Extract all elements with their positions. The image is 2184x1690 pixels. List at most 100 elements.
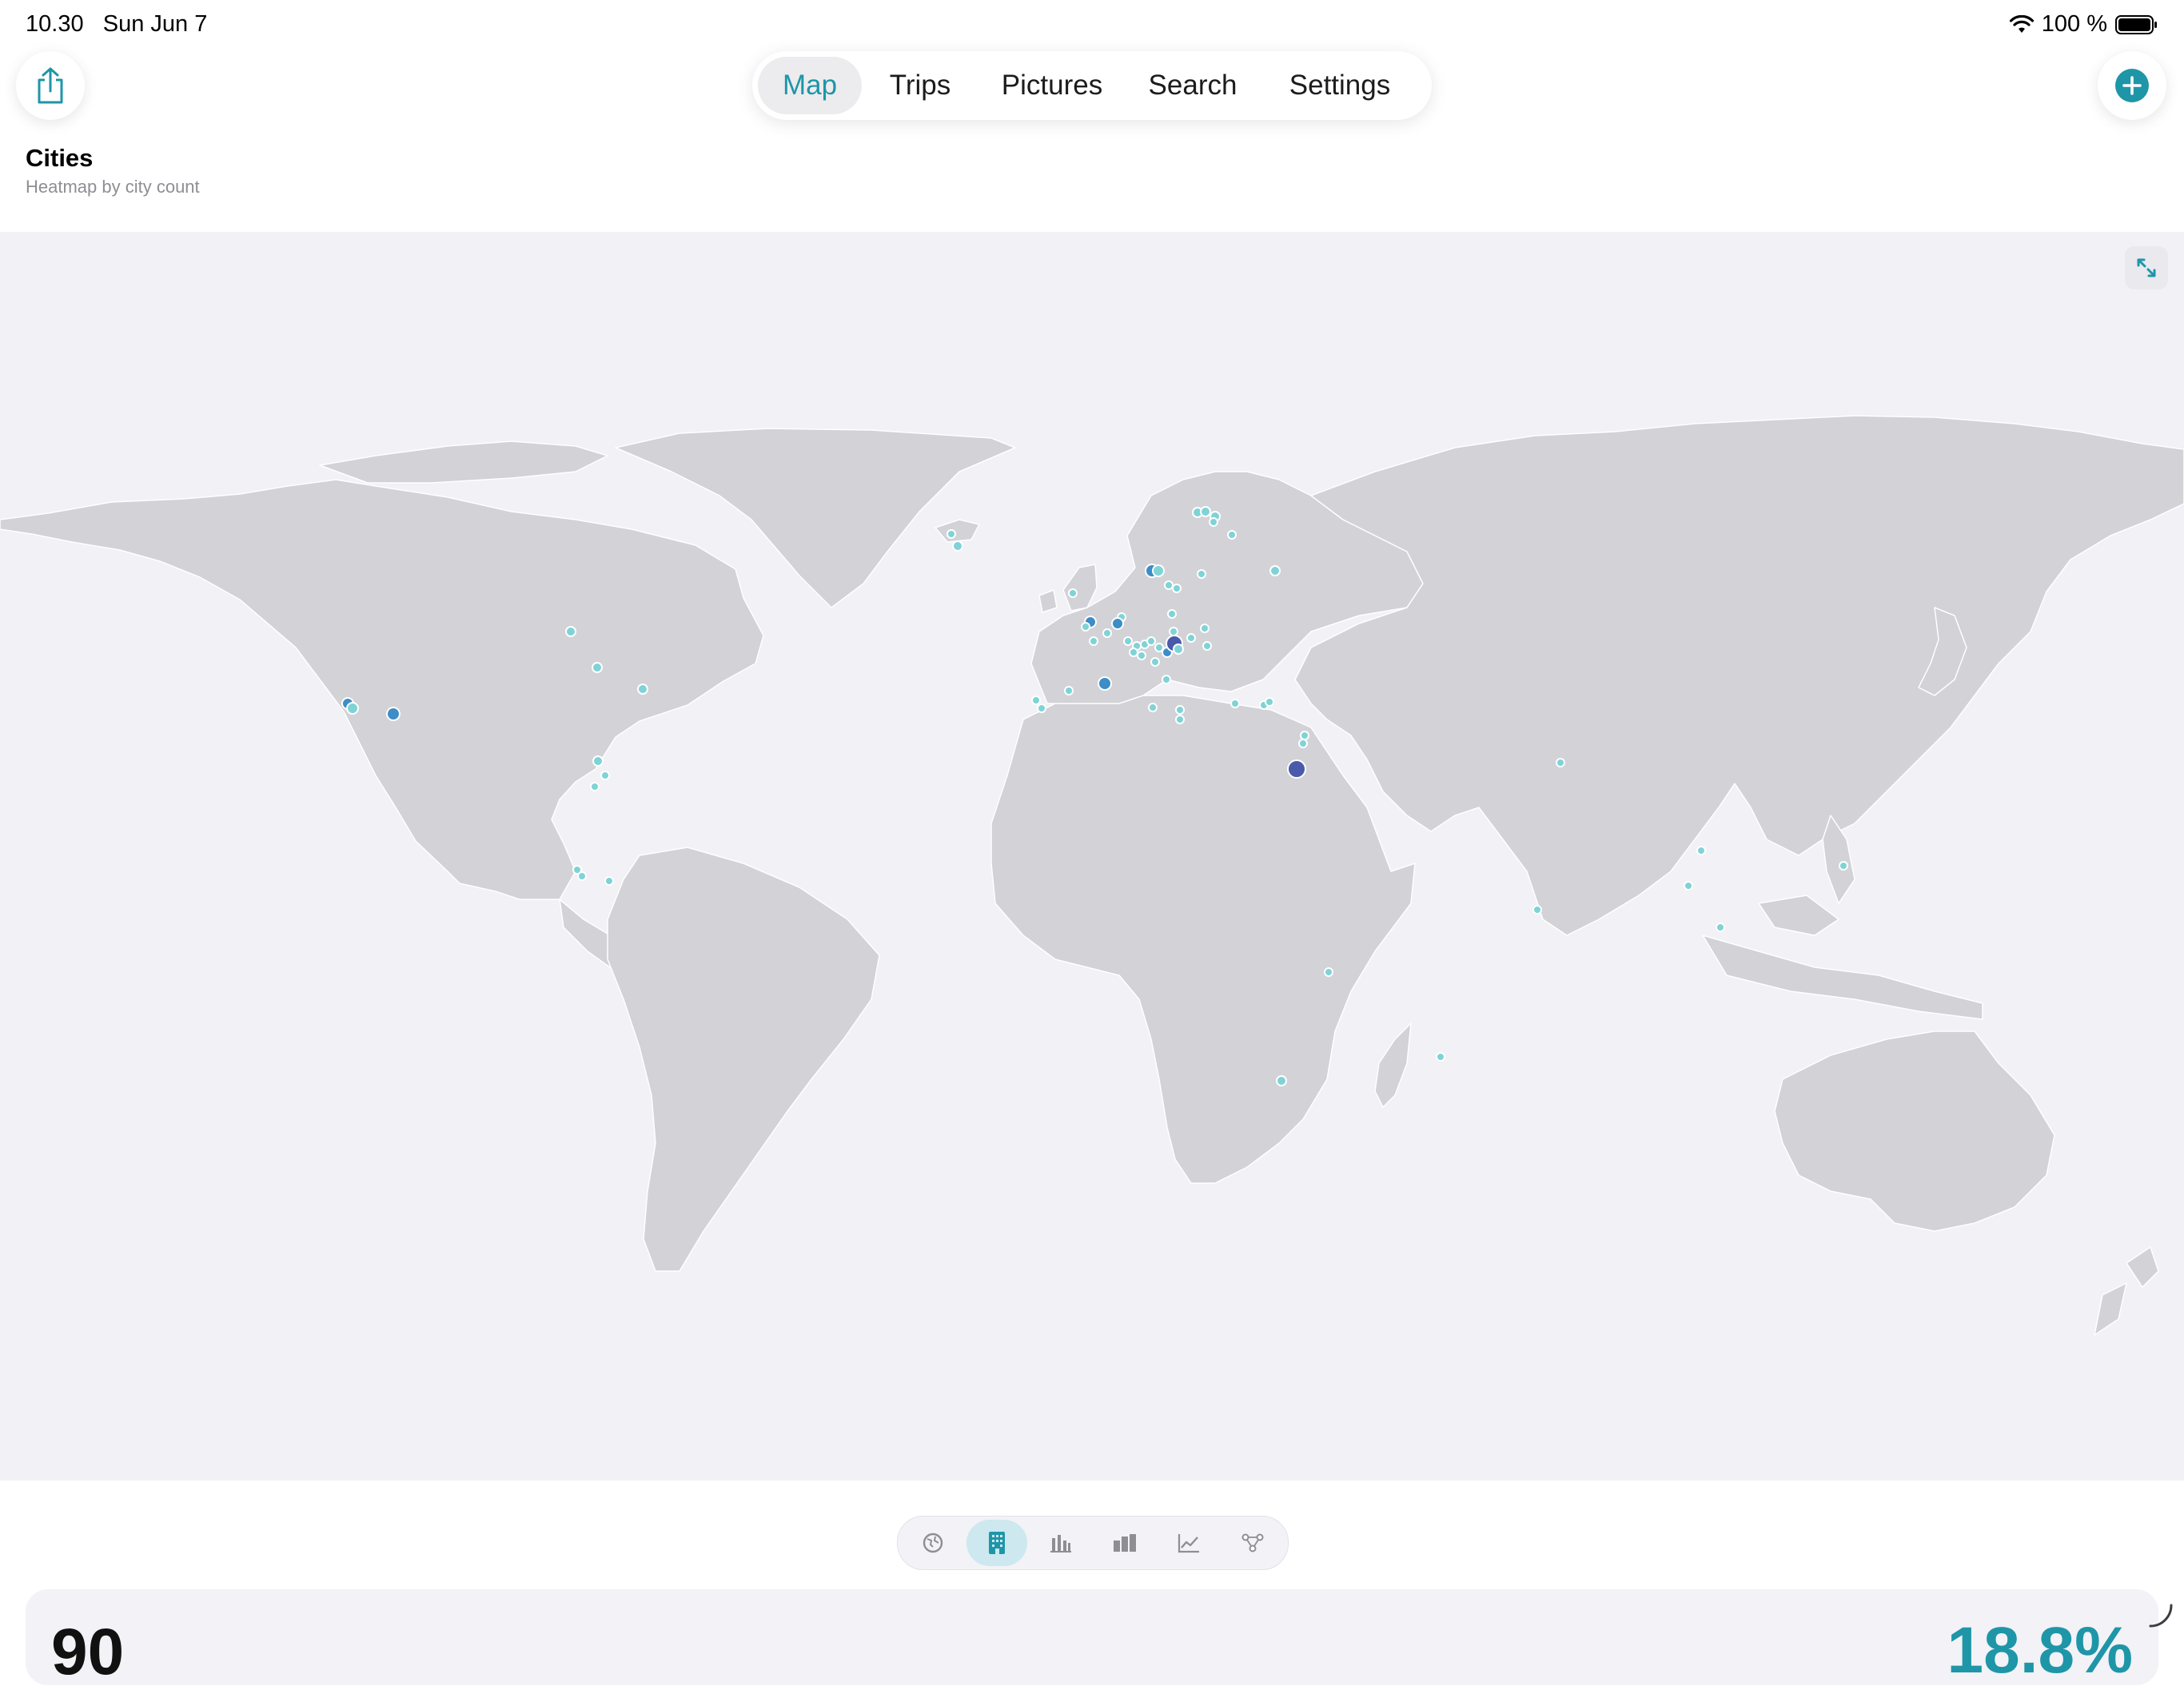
share-button[interactable] — [16, 51, 85, 120]
status-bar: 10.30 Sun Jun 7 100 % — [0, 0, 2184, 50]
city-marker[interactable] — [1298, 739, 1308, 748]
expand-map-button[interactable] — [2125, 246, 2168, 289]
share-icon — [38, 67, 63, 104]
city-marker[interactable] — [1202, 641, 1212, 651]
city-marker[interactable] — [1129, 648, 1138, 657]
city-marker[interactable] — [604, 876, 614, 886]
city-marker[interactable] — [1137, 651, 1146, 660]
city-marker[interactable] — [1175, 715, 1185, 724]
city-marker[interactable] — [592, 662, 603, 673]
network-graph-icon — [1241, 1533, 1264, 1552]
city-marker[interactable] — [1123, 636, 1133, 646]
city-marker[interactable] — [1148, 703, 1158, 712]
landmass-new-zealand — [2094, 1246, 2159, 1336]
city-marker[interactable] — [1081, 622, 1090, 632]
city-marker[interactable] — [1172, 584, 1182, 593]
world-map-canvas[interactable] — [0, 232, 2184, 1481]
status-indicators: 100 % — [2009, 11, 2158, 38]
building-icon — [989, 1532, 1005, 1554]
city-marker[interactable] — [1064, 686, 1074, 696]
city-marker[interactable] — [1696, 846, 1706, 855]
status-date: Sun Jun 7 — [102, 11, 208, 37]
city-marker[interactable] — [1716, 923, 1725, 932]
battery-percent: 100 % — [2041, 11, 2107, 37]
city-marker[interactable] — [1175, 705, 1185, 715]
city-marker[interactable] — [1556, 758, 1565, 767]
city-marker[interactable] — [1276, 1075, 1287, 1086]
city-marker[interactable] — [577, 871, 587, 881]
landmass-south-america — [607, 847, 880, 1272]
city-marker[interactable] — [1102, 628, 1112, 638]
landmass-indonesia — [1702, 895, 1983, 1020]
city-marker[interactable] — [1684, 881, 1693, 891]
city-marker[interactable] — [947, 529, 956, 539]
city-marker[interactable] — [1037, 704, 1046, 713]
landmass-philippines — [1822, 815, 1855, 904]
landmass-british-isles — [1038, 564, 1098, 613]
city-marker[interactable] — [1146, 636, 1156, 646]
city-marker[interactable] — [1269, 565, 1281, 576]
view-mode-selector — [897, 1516, 1289, 1570]
city-marker[interactable] — [1300, 731, 1309, 740]
bar-chart-icon — [1050, 1535, 1071, 1552]
tab-trips[interactable]: Trips — [872, 51, 968, 120]
city-marker[interactable] — [1098, 676, 1112, 691]
mode-stacked-bar-button[interactable] — [1094, 1520, 1155, 1566]
tab-search[interactable]: Search — [1134, 51, 1251, 120]
city-marker[interactable] — [1436, 1052, 1445, 1062]
city-marker[interactable] — [1532, 905, 1542, 915]
city-marker[interactable] — [1111, 617, 1124, 630]
city-marker[interactable] — [1839, 861, 1848, 871]
tab-pictures[interactable]: Pictures — [984, 51, 1120, 120]
city-marker[interactable] — [1200, 506, 1211, 517]
city-marker[interactable] — [1209, 517, 1218, 527]
city-marker[interactable] — [1152, 564, 1165, 577]
tab-settings[interactable]: Settings — [1261, 51, 1419, 120]
plus-circle-icon — [2115, 69, 2149, 102]
mode-cities-button[interactable] — [966, 1520, 1027, 1566]
city-marker[interactable] — [952, 540, 963, 552]
globe-icon — [923, 1533, 943, 1553]
city-marker[interactable] — [346, 702, 359, 715]
city-marker[interactable] — [600, 771, 610, 780]
city-marker[interactable] — [1150, 657, 1160, 667]
world-heatmap[interactable] — [0, 232, 2184, 1481]
city-marker[interactable] — [1031, 696, 1041, 705]
city-marker[interactable] — [1324, 967, 1333, 977]
city-marker[interactable] — [1169, 627, 1178, 636]
resize-handle-icon — [2149, 1604, 2173, 1628]
battery-icon — [2115, 14, 2157, 34]
city-marker[interactable] — [1265, 697, 1274, 707]
city-marker[interactable] — [1200, 624, 1210, 633]
city-count: 90 — [51, 1616, 125, 1688]
landmass-iceland — [935, 519, 980, 543]
city-marker[interactable] — [1186, 633, 1196, 643]
city-marker[interactable] — [1287, 759, 1306, 779]
city-marker[interactable] — [1230, 699, 1240, 708]
summary-card: 90 18.8% — [26, 1589, 2158, 1688]
city-marker[interactable] — [592, 755, 604, 767]
status-time: 10.30 Sun Jun 7 — [26, 11, 207, 38]
city-marker[interactable] — [637, 684, 648, 695]
status-clock: 10.30 — [26, 11, 84, 37]
city-marker[interactable] — [1227, 530, 1237, 540]
city-marker[interactable] — [565, 626, 576, 637]
add-button[interactable] — [2098, 51, 2166, 120]
mode-line-chart-button[interactable] — [1158, 1520, 1219, 1566]
city-marker[interactable] — [1089, 636, 1098, 646]
mode-network-button[interactable] — [1222, 1520, 1283, 1566]
city-marker[interactable] — [590, 782, 600, 791]
city-marker[interactable] — [1173, 644, 1184, 655]
city-marker[interactable] — [1197, 569, 1206, 579]
city-marker[interactable] — [1162, 675, 1171, 684]
city-marker[interactable] — [1164, 580, 1174, 590]
city-marker[interactable] — [1167, 609, 1177, 619]
mode-bar-chart-button[interactable] — [1030, 1520, 1091, 1566]
city-marker[interactable] — [386, 707, 401, 721]
tab-map[interactable]: Map — [758, 57, 862, 114]
section-title: Cities — [26, 144, 94, 172]
landmass-australia — [1774, 1030, 2055, 1232]
land-shapes — [0, 415, 2184, 1336]
mode-globe-button[interactable] — [903, 1520, 963, 1566]
city-marker[interactable] — [1068, 588, 1078, 598]
